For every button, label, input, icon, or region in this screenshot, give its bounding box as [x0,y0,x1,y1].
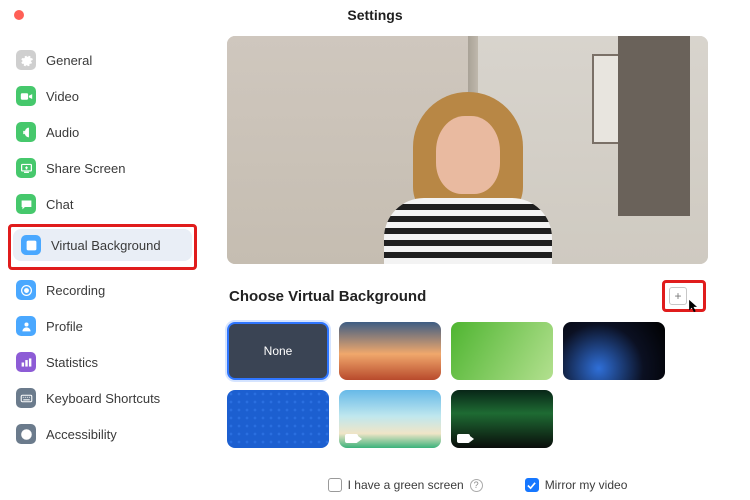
sidebar-item-label: Recording [46,283,105,298]
add-background-button[interactable]: + [669,287,687,305]
sidebar-item-recording[interactable]: Recording [8,274,197,306]
green-screen-label: I have a green screen [348,478,464,492]
sidebar-item-label: Keyboard Shortcuts [46,391,160,406]
bg-option-grass[interactable] [451,322,553,380]
video-icon [16,86,36,106]
green-screen-checkbox[interactable]: I have a green screen ? [328,478,483,492]
sidebar-item-label: Accessibility [46,427,117,442]
settings-content: Choose Virtual Background + None I have … [205,30,750,500]
bg-option-aurora[interactable] [451,390,553,448]
checkbox-box [328,478,342,492]
bg-option-earth[interactable] [563,322,665,380]
chat-icon [16,194,36,214]
gear-icon [16,50,36,70]
user-icon [21,235,41,255]
sidebar-item-share-screen[interactable]: Share Screen [8,152,197,184]
sidebar-item-label: Chat [46,197,73,212]
add-background-highlight: + [662,280,706,312]
sidebar-item-accessibility[interactable]: Accessibility [8,418,197,450]
video-indicator-icon [345,434,358,443]
window-title: Settings [0,7,750,23]
accessibility-icon [16,424,36,444]
mirror-video-checkbox[interactable]: Mirror my video [525,478,628,492]
section-title: Choose Virtual Background [229,288,426,305]
settings-sidebar: General Video Audio Share Screen Chat Virtual… [0,30,205,500]
audio-icon [16,122,36,142]
sidebar-item-label: Video [46,89,79,104]
video-preview [227,36,708,264]
bg-option-bridge[interactable] [339,322,441,380]
background-thumbnails: None [227,322,708,448]
cursor-icon [688,299,699,313]
options-footer: I have a green screen ? Mirror my video [205,470,750,500]
share-icon [16,158,36,178]
sidebar-item-label: Statistics [46,355,98,370]
bg-option-beach[interactable] [339,390,441,448]
profile-icon [16,316,36,336]
checkbox-box-checked [525,478,539,492]
sidebar-item-chat[interactable]: Chat [8,188,197,220]
sidebar-highlight: Virtual Background [8,224,197,270]
sidebar-item-label: Virtual Background [51,238,161,253]
sidebar-item-statistics[interactable]: Statistics [8,346,197,378]
sidebar-item-general[interactable]: General [8,44,197,76]
video-indicator-icon [457,434,470,443]
record-icon [16,280,36,300]
sidebar-item-label: Profile [46,319,83,334]
sidebar-item-virtual-background[interactable]: Virtual Background [13,229,192,261]
help-icon[interactable]: ? [470,479,483,492]
bg-none-label: None [264,344,293,358]
sidebar-item-label: Audio [46,125,79,140]
mirror-video-label: Mirror my video [545,478,628,492]
keyboard-icon [16,388,36,408]
sidebar-item-profile[interactable]: Profile [8,310,197,342]
titlebar: Settings [0,0,750,30]
sidebar-item-keyboard-shortcuts[interactable]: Keyboard Shortcuts [8,382,197,414]
stats-icon [16,352,36,372]
sidebar-item-label: Share Screen [46,161,126,176]
sidebar-item-audio[interactable]: Audio [8,116,197,148]
sidebar-item-video[interactable]: Video [8,80,197,112]
bg-option-pattern[interactable] [227,390,329,448]
sidebar-item-label: General [46,53,92,68]
bg-option-none[interactable]: None [227,322,329,380]
